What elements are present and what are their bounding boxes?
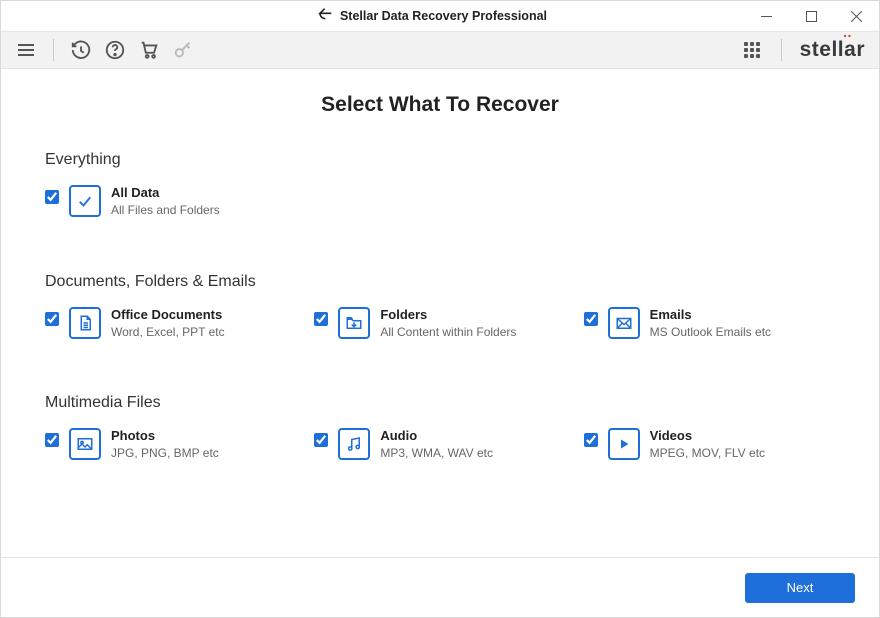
separator: [53, 39, 54, 61]
option-title: All Data: [111, 185, 220, 202]
photo-icon: [69, 428, 101, 460]
grid-icon: [744, 42, 760, 58]
option-subtitle: MP3, WMA, WAV etc: [380, 445, 493, 462]
maximize-button[interactable]: [789, 1, 834, 31]
option-title: Folders: [380, 307, 516, 324]
option-title: Office Documents: [111, 307, 225, 324]
checkbox-folders[interactable]: [314, 312, 328, 326]
menu-button[interactable]: [15, 39, 37, 61]
brand-logo: stella..r: [800, 38, 865, 62]
next-button[interactable]: Next: [745, 573, 855, 603]
section-title-documents: Documents, Folders & Emails: [45, 273, 835, 291]
option-videos[interactable]: Videos MPEG, MOV, FLV etc: [584, 428, 835, 462]
toolbar-right: stella..r: [741, 38, 865, 62]
key-button[interactable]: [172, 39, 194, 61]
footer: Next: [1, 557, 879, 617]
separator: [781, 39, 782, 61]
option-photos[interactable]: Photos JPG, PNG, BMP etc: [45, 428, 296, 462]
page-title: Select What To Recover: [45, 93, 835, 117]
checkbox-all-data[interactable]: [45, 190, 59, 204]
toolbar-left: [15, 39, 194, 61]
music-icon: [338, 428, 370, 460]
option-office-documents[interactable]: Office Documents Word, Excel, PPT etc: [45, 307, 296, 341]
section-everything: Everything All Data All Files and Folder…: [45, 151, 835, 219]
checkbox-photos[interactable]: [45, 433, 59, 447]
option-subtitle: Word, Excel, PPT etc: [111, 324, 225, 341]
back-arrow-icon: [318, 6, 334, 27]
history-button[interactable]: [70, 39, 92, 61]
section-multimedia: Multimedia Files Photos JPG, PNG, BMP et…: [45, 394, 835, 462]
minimize-button[interactable]: [744, 1, 789, 31]
cart-button[interactable]: [138, 39, 160, 61]
apps-button[interactable]: [741, 39, 763, 61]
check-icon: [69, 185, 101, 217]
title-center: Stellar Data Recovery Professional: [121, 6, 744, 27]
section-documents: Documents, Folders & Emails Office Docum…: [45, 273, 835, 341]
play-icon: [608, 428, 640, 460]
option-audio[interactable]: Audio MP3, WMA, WAV etc: [314, 428, 565, 462]
mail-icon: [608, 307, 640, 339]
section-title-multimedia: Multimedia Files: [45, 394, 835, 412]
window-title: Stellar Data Recovery Professional: [340, 9, 547, 23]
option-subtitle: MS Outlook Emails etc: [650, 324, 771, 341]
checkbox-videos[interactable]: [584, 433, 598, 447]
option-subtitle: MPEG, MOV, FLV etc: [650, 445, 765, 462]
option-title: Videos: [650, 428, 765, 445]
option-title: Photos: [111, 428, 219, 445]
option-title: Audio: [380, 428, 493, 445]
checkbox-audio[interactable]: [314, 433, 328, 447]
checkbox-emails[interactable]: [584, 312, 598, 326]
section-title-everything: Everything: [45, 151, 835, 169]
window-controls: [744, 1, 879, 31]
app-window: Stellar Data Recovery Professional: [0, 0, 880, 618]
titlebar: Stellar Data Recovery Professional: [1, 1, 879, 31]
option-emails[interactable]: Emails MS Outlook Emails etc: [584, 307, 835, 341]
toolbar: stella..r: [1, 31, 879, 69]
close-button[interactable]: [834, 1, 879, 31]
document-icon: [69, 307, 101, 339]
option-folders[interactable]: Folders All Content within Folders: [314, 307, 565, 341]
option-subtitle: All Content within Folders: [380, 324, 516, 341]
option-all-data[interactable]: All Data All Files and Folders: [45, 185, 309, 219]
option-subtitle: All Files and Folders: [111, 202, 220, 219]
content: Select What To Recover Everything All Da…: [1, 69, 879, 557]
option-subtitle: JPG, PNG, BMP etc: [111, 445, 219, 462]
option-title: Emails: [650, 307, 771, 324]
folder-icon: [338, 307, 370, 339]
help-button[interactable]: [104, 39, 126, 61]
checkbox-office-documents[interactable]: [45, 312, 59, 326]
